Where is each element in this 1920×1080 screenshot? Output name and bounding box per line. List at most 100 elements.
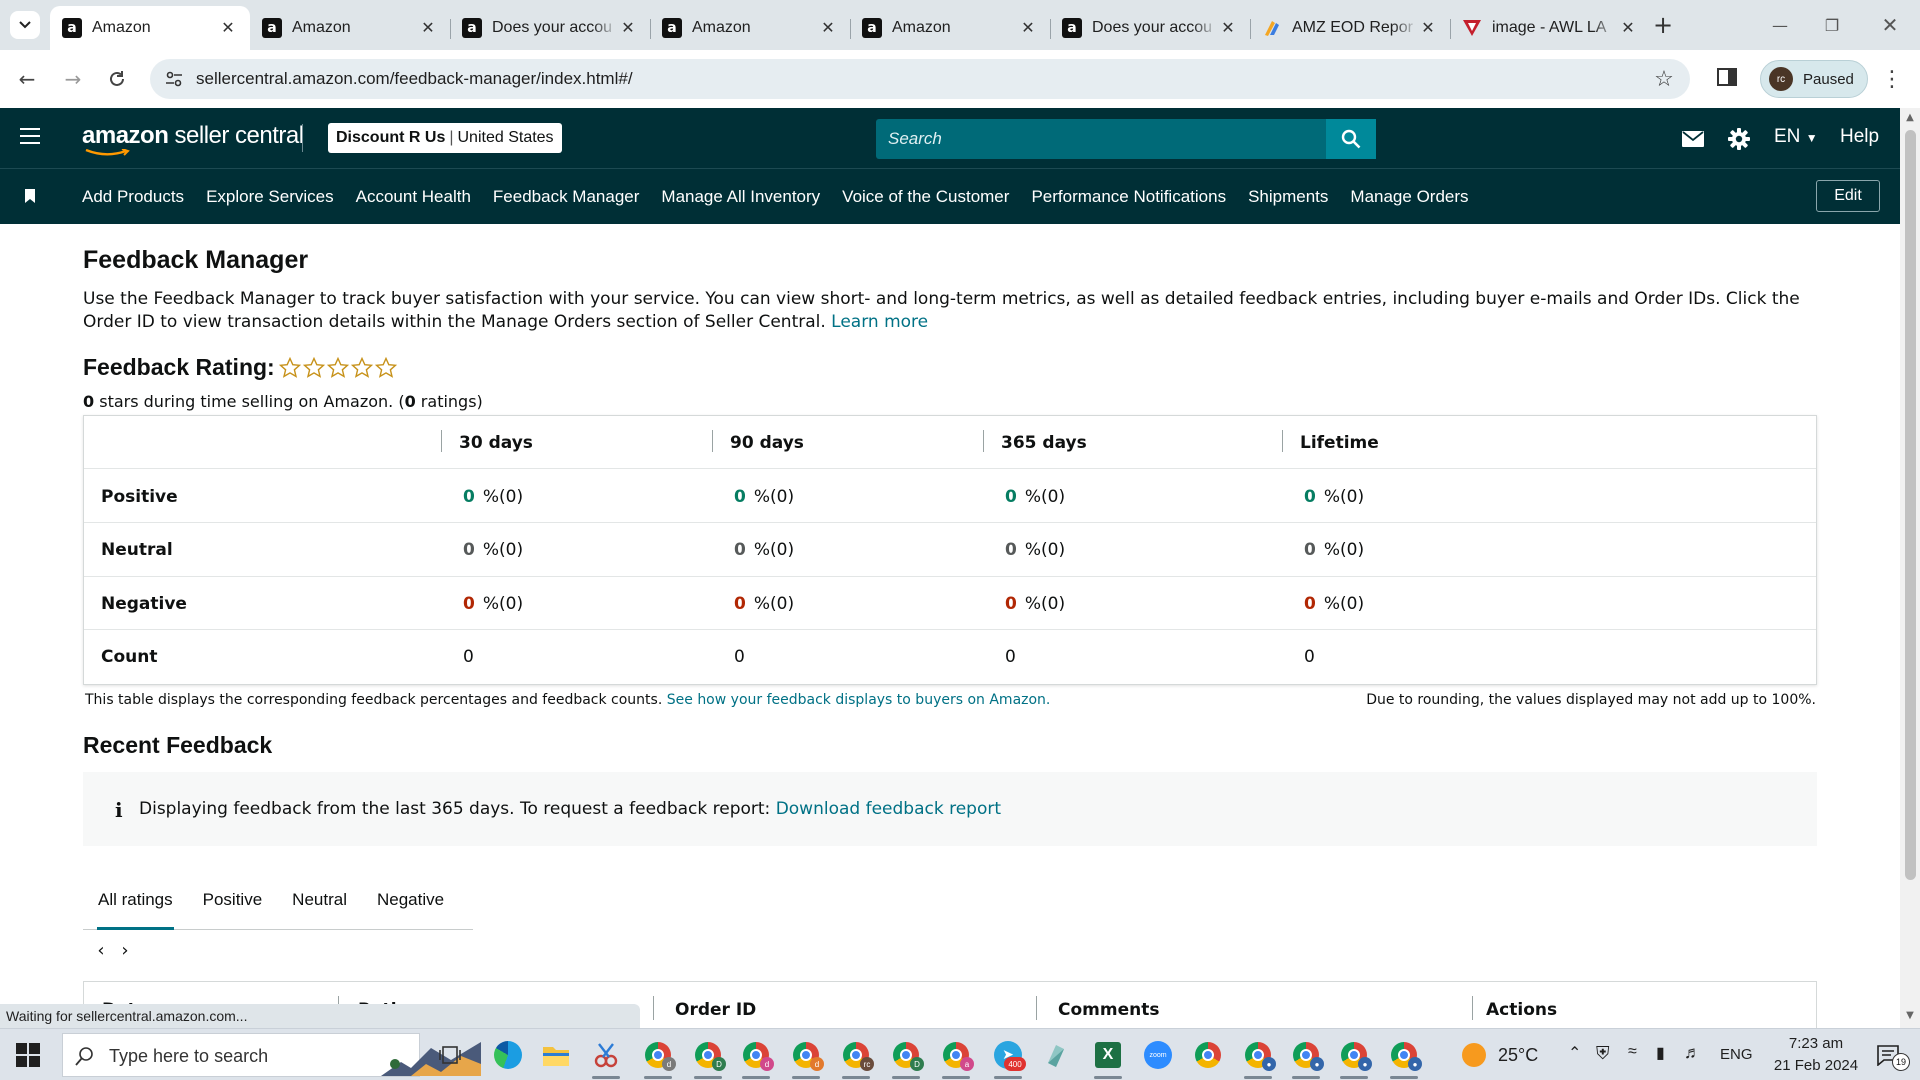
close-icon[interactable]: ✕ [1418, 18, 1438, 38]
browser-tab[interactable]: a Amazon ✕ [850, 6, 1050, 50]
chrome-profile-icon[interactable]: d [640, 1037, 676, 1079]
new-tab-button[interactable]: + [1648, 11, 1678, 39]
search-input[interactable] [876, 119, 1326, 159]
browser-tab[interactable]: a Amazon ✕ [50, 6, 250, 50]
input-language[interactable]: ENG [1720, 1046, 1753, 1063]
nav-link-shipments[interactable]: Shipments [1248, 187, 1328, 207]
notes-icon[interactable] [1038, 1037, 1074, 1073]
nav-link-voice-of-the-customer[interactable]: Voice of the Customer [842, 187, 1009, 207]
zoom-icon[interactable]: zoom [1140, 1037, 1176, 1073]
weather-sun-icon[interactable] [1456, 1037, 1492, 1073]
feedback-display-link[interactable]: See how your feedback displays to buyers… [667, 692, 1051, 708]
snipping-tool-icon[interactable] [588, 1037, 624, 1079]
close-icon[interactable]: ✕ [218, 18, 238, 38]
download-report-link[interactable]: Download feedback report [776, 799, 1001, 819]
seller-central-logo[interactable]: amazon seller central [82, 122, 304, 150]
window-close-icon[interactable]: ✕ [1870, 10, 1910, 40]
wifi-icon[interactable]: ≈ [1628, 1043, 1637, 1061]
back-button[interactable]: ← [12, 64, 42, 94]
scroll-up-icon[interactable]: ▲ [1904, 112, 1916, 124]
tab-positive[interactable]: Positive [188, 870, 278, 930]
windows-start-icon[interactable] [16, 1043, 40, 1067]
security-icon[interactable]: ⛨ [1596, 1043, 1610, 1064]
nav-link-manage-all-inventory[interactable]: Manage All Inventory [661, 187, 820, 207]
excel-icon[interactable]: X [1090, 1037, 1126, 1079]
help-link[interactable]: Help [1840, 126, 1879, 148]
reload-button[interactable] [102, 64, 132, 94]
language-selector[interactable]: EN ▼ [1774, 126, 1818, 148]
browser-tab[interactable]: a Does your accou ✕ [1050, 6, 1250, 50]
close-icon[interactable]: ✕ [618, 18, 638, 38]
browser-tab[interactable]: a Does your accou ✕ [450, 6, 650, 50]
telegram-icon[interactable]: ➤ 400 [990, 1037, 1026, 1079]
chrome-profile-icon[interactable]: D [888, 1037, 924, 1079]
profile-button[interactable]: rc Paused [1760, 60, 1868, 98]
chrome-profile-icon[interactable]: ● [1386, 1037, 1422, 1079]
tab-neutral[interactable]: Neutral [277, 870, 362, 930]
minimize-icon[interactable]: — [1760, 10, 1800, 40]
close-icon[interactable]: ✕ [1018, 18, 1038, 38]
nav-link-manage-orders[interactable]: Manage Orders [1350, 187, 1468, 207]
chevron-right-icon[interactable]: › [113, 940, 137, 961]
clock-date[interactable]: 21 Feb 2024 [1764, 1057, 1868, 1074]
close-icon[interactable]: ✕ [818, 18, 838, 38]
chrome-profile-icon[interactable]: ● [1240, 1037, 1276, 1079]
chrome-profile-icon[interactable]: d [788, 1037, 824, 1079]
nav-link-performance-notifications[interactable]: Performance Notifications [1031, 187, 1226, 207]
browser-menu-icon[interactable]: ⋮ [1880, 64, 1904, 94]
weather-temperature[interactable]: 25°C [1498, 1045, 1538, 1066]
search-button[interactable] [1326, 119, 1376, 159]
mail-icon[interactable] [1681, 128, 1705, 150]
url-text[interactable]: sellercentral.amazon.com/feedback-manage… [196, 69, 633, 89]
chrome-profile-icon[interactable]: D [690, 1037, 726, 1079]
browser-tab[interactable]: a Amazon ✕ [250, 6, 450, 50]
settings-gear-icon[interactable] [1727, 128, 1751, 150]
browser-tab[interactable]: AMZ EOD Repor ✕ [1250, 6, 1450, 50]
tab-all-ratings[interactable]: All ratings [83, 870, 188, 930]
nav-link-account-health[interactable]: Account Health [356, 187, 471, 207]
column-header-order-id[interactable]: Order ID [675, 982, 756, 1028]
bookmark-star-icon[interactable]: ☆ [1652, 67, 1676, 92]
side-panel-icon[interactable] [1716, 67, 1740, 91]
close-icon[interactable]: ✕ [1618, 18, 1638, 38]
bookmark-icon[interactable] [24, 189, 36, 203]
column-header-actions[interactable]: Actions [1486, 982, 1557, 1028]
taskbar-search[interactable]: Type here to search [62, 1033, 481, 1077]
edit-nav-button[interactable]: Edit [1816, 180, 1880, 212]
tab-negative[interactable]: Negative [362, 870, 459, 930]
restore-icon[interactable]: ❐ [1812, 10, 1852, 40]
close-icon[interactable]: ✕ [1218, 18, 1238, 38]
edge-icon[interactable] [490, 1037, 526, 1073]
forward-button[interactable]: → [58, 64, 88, 94]
volume-icon[interactable]: ♬ [1684, 1043, 1701, 1063]
browser-tab[interactable]: image - AWL LA ✕ [1450, 6, 1650, 50]
chrome-profile-icon[interactable]: ● [1288, 1037, 1324, 1079]
nav-link-explore-services[interactable]: Explore Services [206, 187, 334, 207]
nav-link-feedback-manager[interactable]: Feedback Manager [493, 187, 639, 207]
tab-search-button[interactable] [10, 11, 40, 39]
chrome-profile-icon[interactable]: d [738, 1037, 774, 1079]
file-explorer-icon[interactable] [538, 1037, 574, 1073]
close-icon[interactable]: ✕ [418, 18, 438, 38]
address-bar[interactable]: sellercentral.amazon.com/feedback-manage… [150, 59, 1690, 99]
scroll-down-icon[interactable]: ▼ [1904, 1010, 1916, 1022]
battery-icon[interactable]: ▮ [1656, 1043, 1665, 1063]
notifications-icon[interactable]: 19 [1870, 1037, 1910, 1073]
site-info-icon[interactable] [164, 69, 184, 89]
chrome-profile-icon[interactable]: ● [1336, 1037, 1372, 1079]
chrome-icon[interactable] [1190, 1037, 1226, 1073]
task-view-icon[interactable] [432, 1037, 468, 1073]
hamburger-menu-icon[interactable] [20, 128, 40, 144]
chevron-left-icon[interactable]: ‹ [89, 940, 113, 961]
column-header-comments[interactable]: Comments [1058, 982, 1159, 1028]
chevron-up-icon[interactable]: ⌃ [1568, 1043, 1581, 1063]
scrollbar-thumb[interactable] [1905, 130, 1916, 880]
nav-link-add-products[interactable]: Add Products [82, 187, 184, 207]
chrome-profile-icon[interactable]: a [938, 1037, 974, 1079]
browser-tab[interactable]: a Amazon ✕ [650, 6, 850, 50]
store-selector[interactable]: Discount R Us | United States [328, 123, 562, 153]
chrome-profile-icon[interactable]: rc [838, 1037, 874, 1079]
clock-time[interactable]: 7:23 am [1776, 1035, 1856, 1052]
page-scrollbar[interactable]: ▲ ▼ [1900, 108, 1920, 1028]
learn-more-link[interactable]: Learn more [831, 312, 928, 332]
